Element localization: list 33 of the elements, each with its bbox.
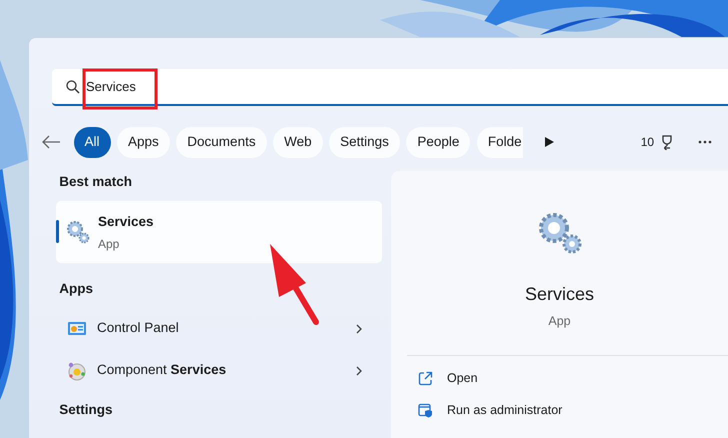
control-panel-icon (67, 320, 87, 338)
filter-tab[interactable]: Settings (329, 126, 400, 158)
section-heading: Best match (58, 173, 134, 191)
action-item[interactable]: Run as administrator (391, 394, 728, 427)
component-icon (67, 360, 87, 380)
section-heading: Apps (58, 280, 94, 298)
search-icon (66, 80, 80, 94)
best-match-item[interactable]: Services App (56, 201, 382, 264)
points-count: 10 (640, 134, 654, 151)
filter-tab[interactable]: All (74, 126, 111, 158)
app-result-item[interactable]: Control Panel (56, 308, 382, 350)
back-arrow-icon[interactable] (41, 134, 61, 150)
filter-tab[interactable]: Documents (176, 126, 267, 158)
gears-icon (536, 211, 582, 255)
open-external-icon (418, 371, 433, 386)
filter-tab[interactable]: Web (273, 126, 323, 158)
app-title: Services (524, 283, 594, 306)
chevron-right-icon[interactable] (355, 364, 363, 376)
admin-shield-icon (418, 403, 433, 418)
section-heading: Settings (58, 400, 114, 419)
item-title: Services (98, 212, 154, 231)
chevron-right-icon[interactable] (355, 322, 363, 334)
filter-tab[interactable]: Apps (117, 126, 170, 158)
gears-icon (66, 220, 90, 244)
app-result-item[interactable]: Component Services (56, 350, 382, 392)
app-type: App (548, 313, 571, 330)
play-icon[interactable] (542, 136, 555, 148)
search-field[interactable]: Services (52, 69, 728, 106)
more-icon[interactable] (698, 140, 712, 144)
item-subtitle: App (98, 236, 120, 253)
filter-tab[interactable]: Folde (476, 126, 523, 158)
filter-tab[interactable]: People (406, 126, 470, 158)
action-item[interactable]: Open (391, 362, 728, 395)
